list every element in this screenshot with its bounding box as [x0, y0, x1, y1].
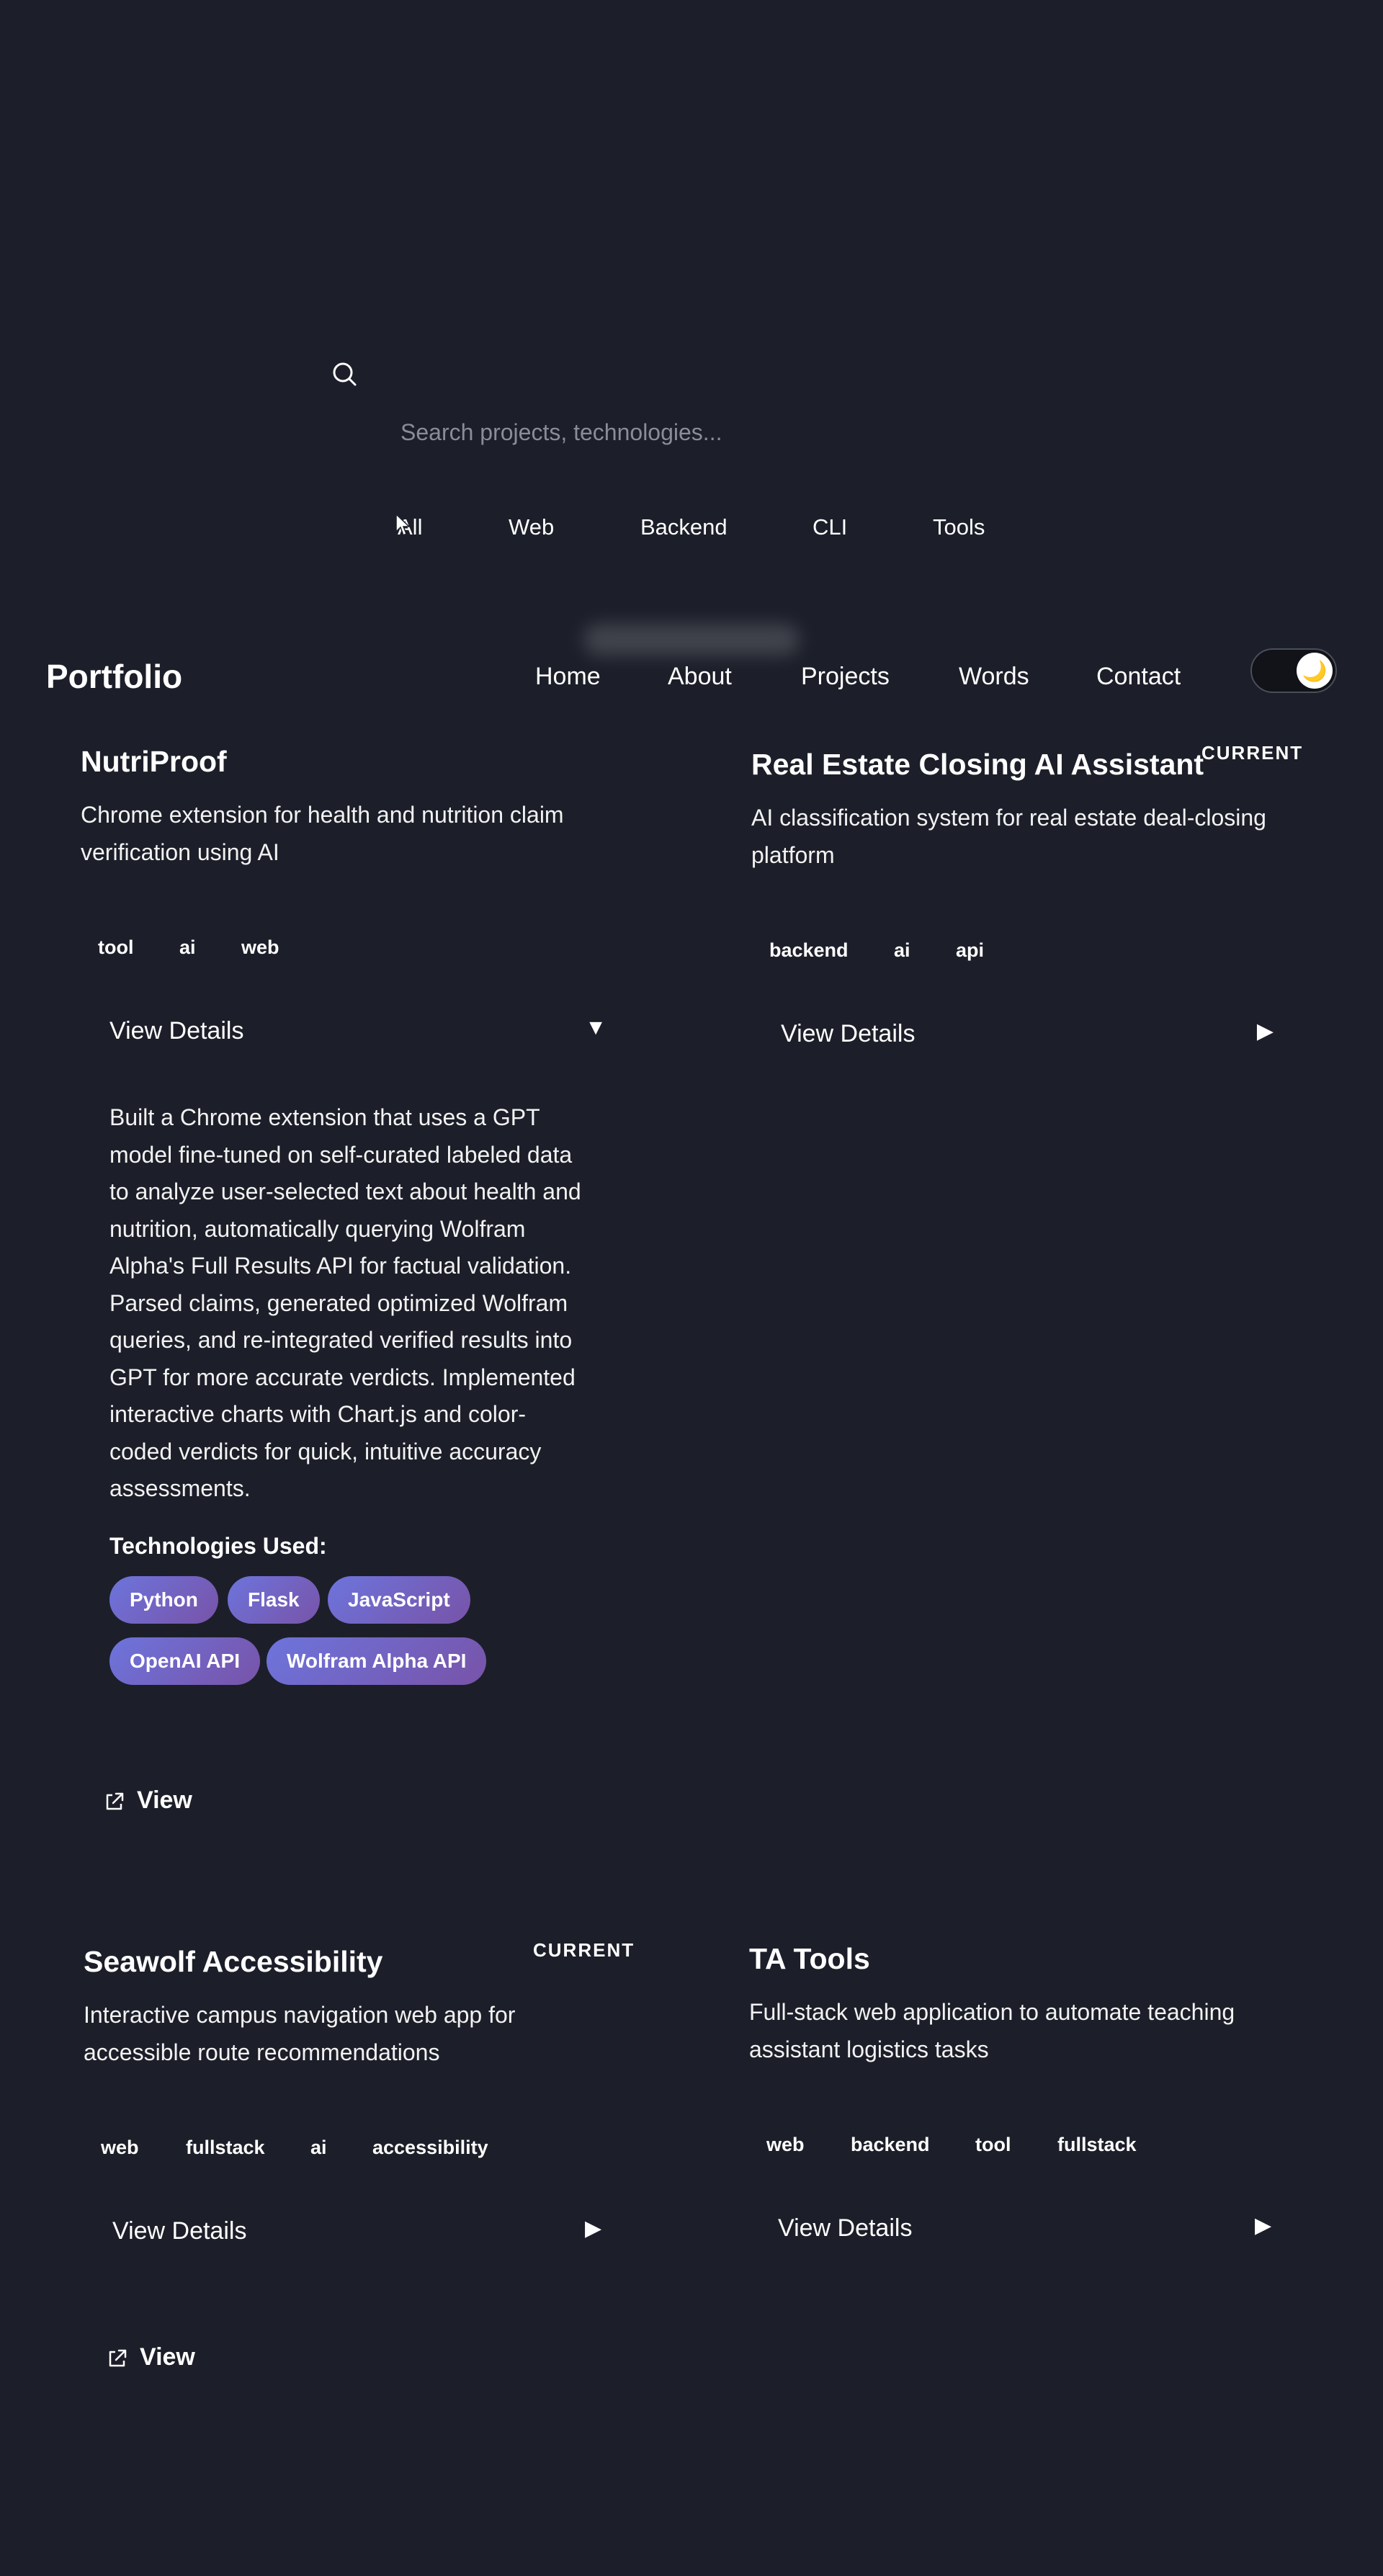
project-tag: fullstack [186, 2137, 265, 2158]
project-tag: tool [975, 2134, 1011, 2155]
filter-web[interactable]: Web [509, 504, 554, 550]
project-description: Chrome extension for health and nutritio… [81, 802, 564, 865]
view-project-link[interactable]: View [104, 1785, 219, 1817]
project-title: Seawolf Accessibility [84, 1945, 383, 1978]
chevron-right-icon: ▶ [1256, 1019, 1274, 1043]
nav-contact[interactable]: Contact [1096, 663, 1181, 691]
view-project-link[interactable]: View [107, 2342, 222, 2374]
main-navigation: Home About Projects Words Contact [0, 663, 1225, 696]
view-details-toggle[interactable]: View Details ▶ [781, 1014, 1274, 1057]
blurred-highlight [583, 624, 800, 656]
tech-pill-wolfram-alpha-api: Wolfram Alpha API [267, 1637, 487, 1685]
project-description: Full-stack web application to automate t… [749, 1999, 1235, 2062]
filter-backend[interactable]: Backend [640, 504, 728, 550]
nav-words[interactable]: Words [959, 663, 1029, 691]
project-title: NutriProof [81, 745, 227, 778]
project-tag: api [956, 939, 985, 961]
view-details-label: View Details [112, 2217, 247, 2245]
current-badge: CURRENT [1201, 742, 1304, 764]
portfolio-page: All Web Backend CLI Tools Portfolio Home… [0, 0, 1383, 2576]
mouse-cursor-icon [395, 513, 411, 537]
moon-icon: 🌙 [1297, 653, 1333, 689]
category-filters: All Web Backend CLI Tools [0, 504, 1383, 550]
project-description: AI classification system for real estate… [751, 805, 1266, 868]
technologies-heading: Technologies Used: [109, 1533, 327, 1559]
theme-toggle[interactable]: 🌙 [1250, 648, 1337, 693]
project-tag: web [101, 2137, 139, 2158]
project-tag: accessibility [372, 2137, 488, 2158]
project-tag: web [766, 2134, 805, 2155]
chevron-right-icon: ▶ [1255, 2214, 1272, 2237]
project-details-text: Built a Chrome extension that uses a GPT… [109, 1104, 581, 1501]
project-tag: tool [98, 936, 134, 958]
search-icon [333, 362, 357, 386]
tech-pill-javascript: JavaScript [328, 1576, 470, 1624]
nav-home[interactable]: Home [535, 663, 601, 691]
filter-tools[interactable]: Tools [933, 504, 985, 550]
tech-pill-python: Python [109, 1576, 218, 1624]
external-link-icon [106, 1792, 124, 1810]
current-badge: CURRENT [533, 1939, 635, 1961]
project-tag: ai [179, 936, 196, 958]
project-tag: ai [894, 939, 910, 961]
project-tag: backend [769, 939, 849, 961]
project-tag: web [241, 936, 279, 958]
project-title: TA Tools [749, 1942, 870, 1975]
project-title: Real Estate Closing AI Assistant [751, 748, 1204, 781]
nav-about[interactable]: About [668, 663, 732, 691]
view-label: View [140, 2343, 195, 2371]
nav-projects[interactable]: Projects [801, 663, 890, 691]
tech-pill-openai-api: OpenAI API [109, 1637, 260, 1685]
view-label: View [137, 1786, 192, 1814]
view-details-label: View Details [778, 2214, 913, 2242]
chevron-right-icon: ▶ [585, 2217, 602, 2240]
search-input[interactable] [389, 411, 908, 454]
filter-cli[interactable]: CLI [813, 504, 847, 550]
view-details-label: View Details [781, 1020, 916, 1047]
tech-pill-flask: Flask [228, 1576, 320, 1624]
project-tag: ai [310, 2137, 327, 2158]
view-details-toggle[interactable]: View Details ▼ [109, 1011, 607, 1055]
project-tag: fullstack [1057, 2134, 1137, 2155]
view-details-label: View Details [109, 1017, 244, 1045]
external-link-icon [109, 2349, 127, 2367]
project-tag: backend [851, 2134, 930, 2155]
chevron-down-icon: ▼ [585, 1016, 607, 1039]
project-description: Interactive campus navigation web app fo… [84, 2002, 516, 2065]
